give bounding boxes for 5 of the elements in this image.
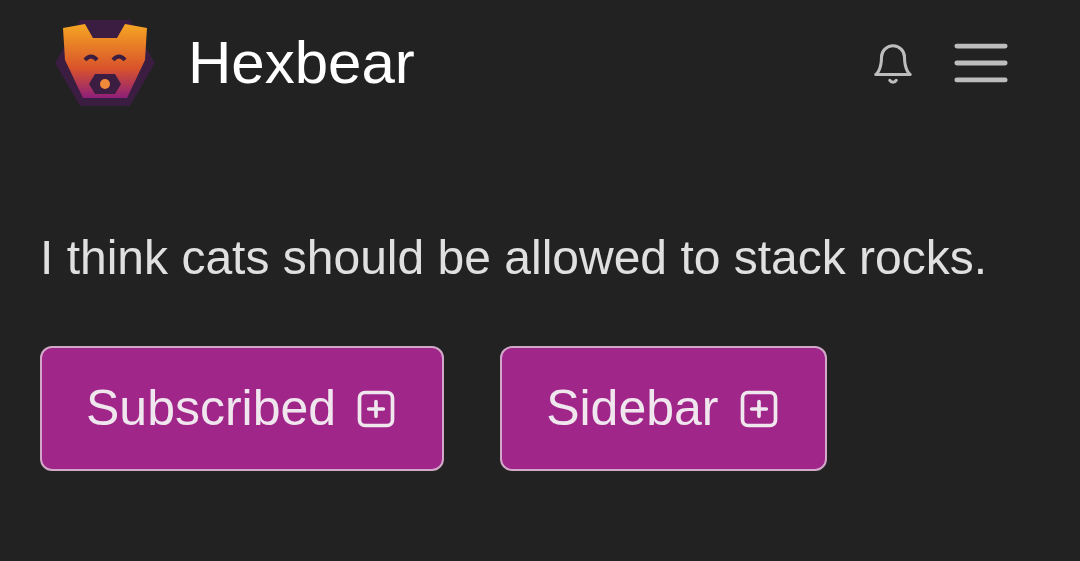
subscribed-button[interactable]: Subscribed: [40, 346, 445, 471]
sidebar-button[interactable]: Sidebar: [500, 346, 827, 471]
community-description: I think cats should be allowed to stack rocks.: [40, 230, 989, 286]
site-name[interactable]: Hexbear: [188, 17, 415, 108]
bear-logo[interactable]: [55, 19, 155, 106]
